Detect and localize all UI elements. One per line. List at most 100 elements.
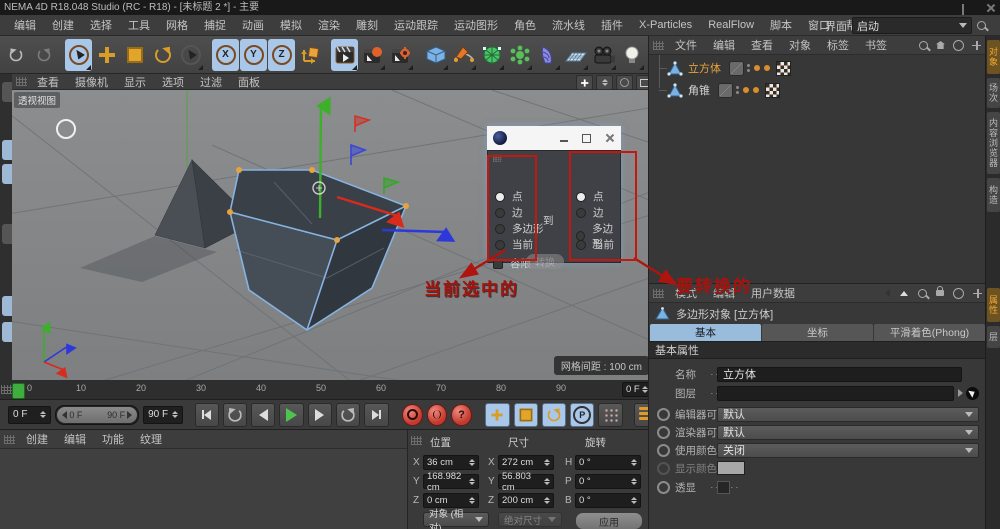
search-icon[interactable] [919, 41, 928, 50]
rotation-h-field[interactable]: 0 ° [575, 455, 641, 470]
render-to-picture-viewer-button[interactable] [359, 39, 386, 71]
scale-handle-x[interactable] [355, 116, 369, 132]
menu-sculpt[interactable]: 雕刻 [348, 17, 386, 33]
menu-plugins[interactable]: 插件 [593, 17, 631, 33]
edit-state-icon[interactable] [729, 61, 744, 76]
menu-mograph[interactable]: 运动图形 [446, 17, 506, 33]
spinner-icon[interactable] [469, 478, 475, 485]
side-tab-attributes[interactable]: 属性 [987, 288, 1000, 322]
basic-properties-section[interactable]: 基本属性 [649, 341, 986, 359]
parent-object-icon[interactable] [900, 291, 908, 296]
spinner-icon[interactable] [544, 459, 550, 466]
palette-icon-sliver[interactable] [2, 296, 12, 316]
view-label[interactable]: 透视视图 [14, 92, 60, 108]
panel-grip-icon[interactable] [4, 435, 15, 444]
scale-handle-y[interactable] [384, 178, 398, 194]
scale-button[interactable] [121, 39, 148, 71]
object-name[interactable]: 立方体 [688, 60, 721, 76]
om-menu-file[interactable]: 文件 [668, 37, 704, 53]
autokey-button[interactable] [427, 404, 448, 426]
lock-y-button[interactable]: Y [240, 39, 267, 71]
menu-snap[interactable]: 捕捉 [196, 17, 234, 33]
filter-icon[interactable] [953, 40, 964, 51]
add-mograph-button[interactable] [506, 39, 533, 71]
anim-dot-icon[interactable] [657, 426, 670, 439]
material-list-area[interactable] [0, 449, 407, 529]
goto-end-button[interactable] [364, 403, 388, 427]
add-environment-button[interactable] [562, 39, 589, 71]
next-frame-button[interactable] [308, 403, 332, 427]
add-panel-icon[interactable] [972, 41, 981, 50]
search-icon[interactable] [977, 21, 986, 30]
palette-icon-sliver[interactable] [2, 82, 12, 102]
lock-z-button[interactable]: Z [268, 39, 295, 71]
render-visibility-dot[interactable] [764, 65, 770, 71]
close-icon[interactable] [986, 3, 996, 13]
lock-icon[interactable] [936, 290, 944, 296]
history-back-icon[interactable] [885, 289, 890, 297]
rotation-p-field[interactable]: 0 ° [575, 474, 641, 489]
editor-visibility-dot[interactable] [743, 87, 749, 93]
menu-create[interactable]: 创建 [44, 17, 82, 33]
dialog-maximize-icon[interactable] [582, 134, 591, 143]
dialog-minimize-icon[interactable] [560, 140, 568, 142]
play-backwards-loop-button[interactable] [223, 403, 247, 427]
title-bar[interactable]: NEMA 4D R18.048 Studio (RC - R18) - [未标题… [0, 0, 1000, 15]
menu-pipeline[interactable]: 流水线 [544, 17, 593, 33]
edit-state-icon[interactable] [718, 83, 733, 98]
panel-grip-icon[interactable] [1, 385, 12, 394]
menu-realflow[interactable]: RealFlow [700, 19, 762, 31]
texture-tag-icon[interactable] [776, 61, 791, 76]
rotation-b-field[interactable]: 0 ° [575, 493, 641, 508]
anim-dot-icon[interactable] [657, 462, 670, 475]
size-z-field[interactable]: 200 cm [498, 493, 554, 508]
keyframe-selection-button[interactable]: ? [451, 404, 472, 426]
record-keyframe-button[interactable] [402, 404, 423, 426]
om-menu-objects[interactable]: 对象 [782, 37, 818, 53]
viewport-pan-icon[interactable] [576, 75, 593, 90]
side-tab-structure[interactable]: 构造 [987, 178, 1000, 212]
viewport-menu-cameras[interactable]: 摄像机 [67, 74, 116, 90]
palette-icon-sliver[interactable] [2, 322, 12, 342]
goto-start-button[interactable] [195, 403, 219, 427]
size-mode-dropdown[interactable]: 绝对尺寸 [498, 512, 562, 527]
spinner-icon[interactable] [172, 411, 178, 418]
spinner-icon[interactable] [544, 478, 550, 485]
side-tab-layers[interactable]: 层 [987, 326, 1000, 348]
texture-tag-icon[interactable] [765, 83, 780, 98]
dialog-close-icon[interactable] [605, 133, 615, 143]
menu-render[interactable]: 渲染 [310, 17, 348, 33]
tab-phong[interactable]: 平滑着色(Phong) [874, 324, 985, 341]
om-menu-view[interactable]: 查看 [744, 37, 780, 53]
add-panel-icon[interactable] [973, 289, 982, 298]
viewport-rotate-icon[interactable] [616, 75, 633, 90]
key-position-toggle[interactable] [485, 403, 509, 427]
tab-basic[interactable]: 基本 [650, 324, 761, 341]
apply-button[interactable]: 应用 [575, 512, 643, 529]
viewport-menu-filter[interactable]: 过滤 [192, 74, 230, 90]
live-selection-button[interactable] [65, 39, 92, 71]
editor-visibility-dropdown[interactable]: 默认 [717, 407, 979, 422]
previous-frame-button[interactable] [251, 403, 275, 427]
object-tree[interactable]: 立方体 角锥 [649, 55, 985, 284]
spinner-icon[interactable] [631, 478, 637, 485]
position-y-field[interactable]: 168.982 cm [423, 474, 479, 489]
panel-grip-icon[interactable] [16, 77, 27, 86]
track-icon[interactable] [953, 288, 964, 299]
undo-button[interactable] [2, 39, 29, 71]
add-cube-button[interactable] [422, 39, 449, 71]
timeline-playhead[interactable] [12, 383, 25, 399]
panel-grip-icon[interactable] [411, 436, 422, 445]
material-menu-function[interactable]: 功能 [95, 431, 131, 447]
add-subdivision-surface-button[interactable] [478, 39, 505, 71]
coordinate-mode-dropdown[interactable]: 对象 (相对) [423, 512, 489, 527]
play-button[interactable] [279, 403, 303, 427]
use-color-dropdown[interactable]: 关闭 [717, 443, 979, 458]
side-tab-takes[interactable]: 场次 [987, 78, 1000, 108]
maximize-icon[interactable] [962, 3, 972, 13]
coordinate-system-button[interactable] [296, 39, 323, 71]
xray-checkbox[interactable] [717, 481, 730, 494]
display-color-swatch[interactable] [717, 461, 745, 475]
viewport-zoom-icon[interactable] [596, 75, 613, 90]
material-menu-edit[interactable]: 编辑 [57, 431, 93, 447]
